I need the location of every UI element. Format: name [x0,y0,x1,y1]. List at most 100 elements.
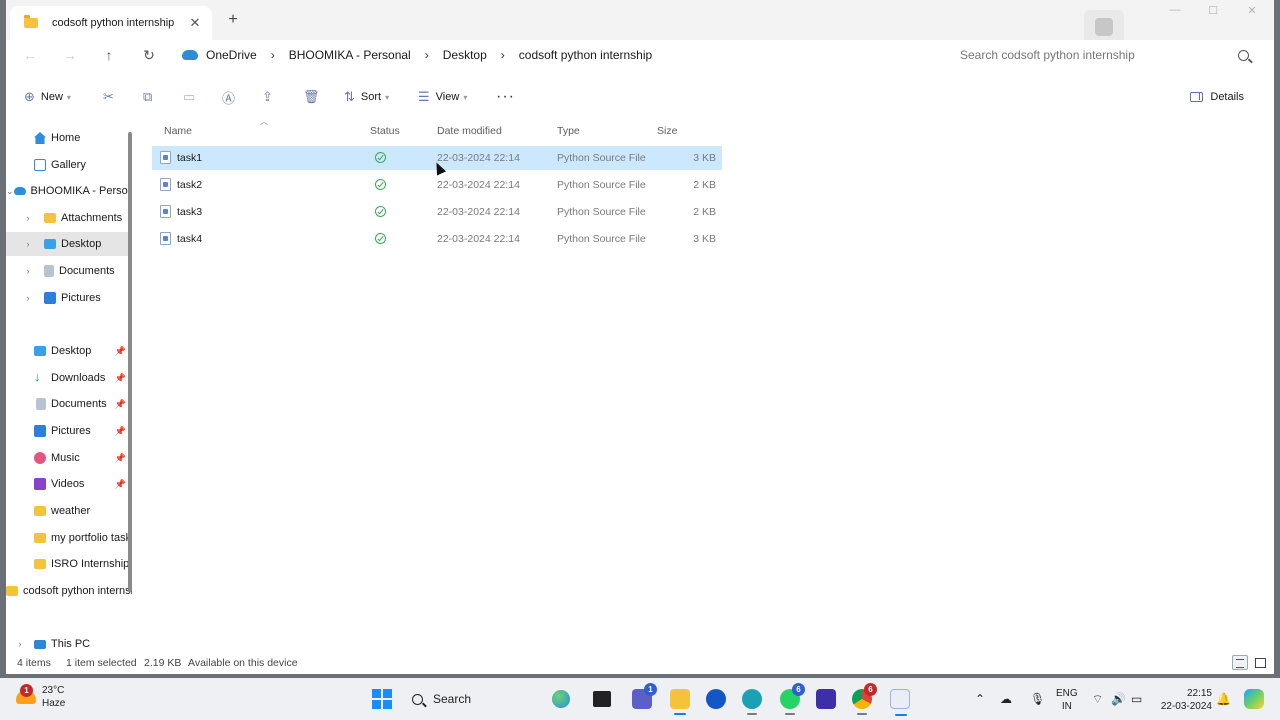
column-header-date[interactable]: Date modified [437,125,502,137]
snipping-tool-icon[interactable] [890,689,910,716]
minimize-button[interactable]: — [1160,4,1190,22]
file-explorer-window: codsoft python internship ✕ + — ☐ ✕ ← → … [6,0,1274,674]
whatsapp-icon[interactable]: 6 [780,683,805,715]
system-clock[interactable]: 22:15 22-03-2024 [1156,687,1212,713]
teams-chat-icon[interactable]: 1 [632,683,657,709]
weather-haze-icon: 1 [16,684,36,704]
copy-button[interactable]: ⧉ [143,88,152,106]
chevron-right-icon[interactable]: › [22,213,34,223]
cut-button[interactable]: ✂ [103,88,114,106]
search-icon[interactable] [1238,49,1249,61]
more-options-button[interactable]: ··· [496,88,515,106]
app-pen-icon[interactable] [816,689,836,709]
delete-button[interactable]: 🗑 [303,88,320,106]
sidebar-item-weather[interactable]: weather [6,499,132,523]
sidebar-item-videos[interactable]: Videos 📌 [6,472,132,496]
weather-widget[interactable]: 1 23°C Haze [16,684,65,710]
up-arrow-icon[interactable]: ↑ [99,45,119,65]
close-window-button[interactable]: ✕ [1237,4,1267,22]
chevron-right-icon[interactable]: › [22,266,34,276]
breadcrumb-separator-icon[interactable]: › [501,48,505,62]
battery-icon[interactable]: ▭ [1131,692,1142,706]
notification-bell-icon[interactable]: 🔔 [1216,692,1231,706]
sidebar-item-music[interactable]: Music 📌 [6,446,132,470]
paste-button[interactable]: ▭ [183,88,195,106]
gallery-icon [34,159,46,171]
onedrive-tray-icon[interactable]: ☁ [1000,692,1012,706]
wifi-icon[interactable]: ⌔ [1092,692,1103,707]
sidebar-item-label: Videos [51,478,85,490]
details-pane-button[interactable]: Details [1190,88,1244,106]
column-header-size[interactable]: Size [657,125,677,137]
close-tab-icon[interactable]: ✕ [188,15,202,31]
breadcrumb-separator-icon[interactable]: › [271,48,275,62]
file-date: 22-03-2024 22:14 [437,206,520,218]
column-header-status[interactable]: Status [370,125,400,137]
forward-arrow-icon[interactable]: → [60,45,80,65]
language-indicator[interactable]: ENG IN [1056,687,1078,713]
sidebar-item-onedrive-personal[interactable]: ⌄ BHOOMIKA - Personal [6,179,132,203]
file-row[interactable]: task2 22-03-2024 22:14 Python Source Fil… [152,173,722,197]
sidebar-item-home[interactable]: Home [6,126,132,150]
sidebar-item-attachments[interactable]: › Attachments [6,206,132,230]
sidebar-item-desktop[interactable]: Desktop 📌 [6,339,132,363]
breadcrumb-personal[interactable]: BHOOMIKA - Personal [289,48,411,62]
breadcrumb-current-folder[interactable]: codsoft python internship [519,48,652,62]
file-name: task4 [177,233,203,245]
breadcrumb-separator-icon[interactable]: › [425,48,429,62]
breadcrumb: OneDrive › BHOOMIKA - Personal › Desktop… [182,46,652,64]
chrome-browser-icon[interactable]: 6 [852,683,877,715]
new-tab-button[interactable]: + [226,11,240,29]
chevron-right-icon[interactable]: › [14,639,26,649]
sort-button[interactable]: ⇅ Sort ▾ [344,88,389,106]
column-header-name[interactable]: Name [164,125,192,137]
microphone-icon[interactable]: 🎙 [1030,692,1045,706]
explorer-tab[interactable]: codsoft python internship ✕ [10,6,212,40]
sidebar-item-codsoft[interactable]: codsoft python internship [6,579,132,603]
copilot-icon[interactable] [1244,689,1264,709]
search-input[interactable] [950,48,1230,62]
download-arrow-icon [34,369,46,384]
search-box[interactable] [950,46,1260,64]
sidebar-item-documents[interactable]: Documents 📌 [6,392,132,416]
chevron-up-icon[interactable]: ⌃ [975,692,985,706]
windows-start-icon[interactable] [372,689,392,709]
floating-app-icon[interactable] [1084,10,1124,44]
file-row[interactable]: task4 22-03-2024 22:14 Python Source Fil… [152,227,722,251]
maximize-button[interactable]: ☐ [1198,4,1228,22]
share-button[interactable]: ⇪ [262,88,273,106]
sidebar-item-this-pc[interactable]: › This PC [6,632,132,656]
back-arrow-icon[interactable]: ← [20,45,40,65]
chevron-down-icon[interactable]: ⌄ [6,186,14,197]
breadcrumb-desktop[interactable]: Desktop [443,48,487,62]
file-date: 22-03-2024 22:14 [437,179,520,191]
sidebar-item-pictures[interactable]: Pictures 📌 [6,419,132,443]
chevron-right-icon[interactable]: › [22,239,34,249]
trash-icon: 🗑 [303,89,320,104]
sidebar-scrollbar[interactable] [128,132,132,592]
refresh-icon[interactable]: ↻ [139,45,159,65]
sidebar-item-pictures-onedrive[interactable]: › Pictures [6,286,132,310]
breadcrumb-onedrive[interactable]: OneDrive [206,48,257,62]
sidebar-item-isro[interactable]: ISRO Internship [6,552,132,576]
sidebar-item-gallery[interactable]: Gallery [6,153,132,177]
details-view-icon[interactable] [1232,655,1248,670]
sidebar-item-documents-onedrive[interactable]: › Documents [6,259,132,283]
sidebar-item-label: my portfolio task [51,532,132,544]
tiles-view-icon[interactable] [1252,655,1268,670]
taskbar-search[interactable]: Search [404,686,584,712]
chevron-right-icon[interactable]: › [22,293,34,303]
column-header-type[interactable]: Type [557,125,580,137]
file-explorer-icon[interactable] [670,689,690,715]
new-button[interactable]: ⊕ New ▾ [24,88,71,106]
app-t-icon[interactable] [706,689,726,709]
sidebar-item-portfolio[interactable]: my portfolio task [6,526,132,550]
task-view-icon[interactable] [593,691,611,707]
file-row[interactable]: task3 22-03-2024 22:14 Python Source Fil… [152,200,722,224]
sidebar-item-downloads[interactable]: Downloads 📌 [6,366,132,390]
rename-button[interactable]: Ⓐ [222,88,235,106]
edge-browser-icon[interactable] [742,689,762,715]
speaker-icon[interactable]: 🔊 [1111,692,1126,706]
view-button[interactable]: ☰ View ▾ [418,88,467,106]
sidebar-item-desktop-onedrive[interactable]: › Desktop [6,232,132,256]
